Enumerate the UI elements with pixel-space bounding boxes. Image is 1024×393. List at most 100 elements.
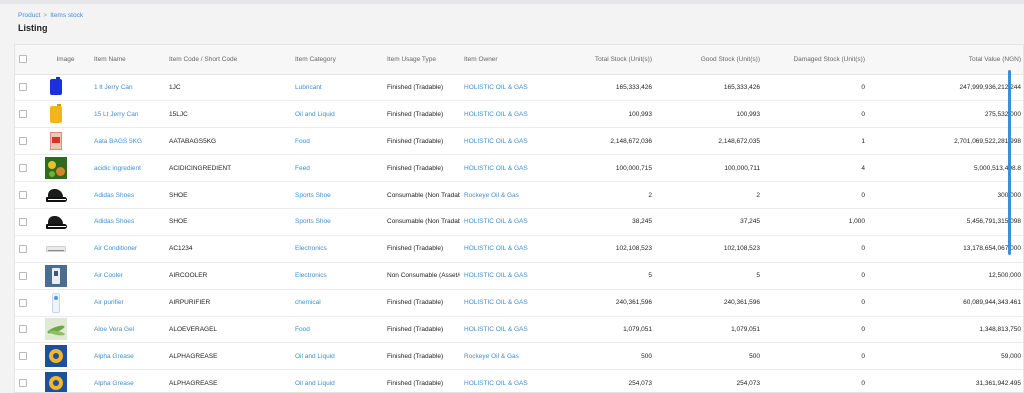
item-image [41, 262, 90, 290]
table-row[interactable]: 1 lt Jerry Can 1JC Lubricant Finished (Trad… [15, 74, 1023, 102]
table-row[interactable]: Air Conditioner AC1234 Electronics Finished… [15, 235, 1023, 263]
col-total-value-header[interactable]: Total Value (NGN) [869, 45, 1023, 75]
item-category-link[interactable]: Oil and Liquid [291, 342, 383, 371]
total-value: 31,361,942.495 [869, 369, 1023, 392]
col-item-usage-header[interactable]: Item Usage Type [383, 45, 460, 75]
item-name-link[interactable]: Air purifier [90, 289, 165, 317]
table-row[interactable]: Alpha Grease ALPHAGREASE Oil and Liquid Fin… [15, 342, 1023, 371]
checkbox-icon[interactable] [19, 298, 27, 307]
item-owner-link[interactable]: HOLISTIC OIL & GAS [460, 289, 560, 317]
item-owner-link[interactable]: Rockeye Oil & Gas [460, 181, 560, 209]
item-category-link[interactable]: Feed [291, 154, 383, 183]
checkbox-icon[interactable] [19, 271, 27, 280]
item-owner-link[interactable]: HOLISTIC OIL & GAS [460, 74, 560, 102]
item-category-link[interactable]: Oil and Liquid [291, 369, 383, 392]
item-category-link[interactable]: Electronics [291, 262, 383, 290]
item-name-link[interactable]: 1 lt Jerry Can [90, 74, 165, 102]
table-row[interactable]: Aata BAGS 5KG AATABAGS5KG Food Finished (Tr… [15, 127, 1023, 156]
checkbox-icon[interactable] [19, 379, 27, 388]
item-owner-link[interactable]: HOLISTIC OIL & GAS [460, 127, 560, 156]
item-owner-link[interactable]: HOLISTIC OIL & GAS [460, 100, 560, 129]
checkbox-icon[interactable] [19, 137, 27, 146]
row-checkbox[interactable] [15, 127, 41, 156]
total-value: 275,532,000 [869, 100, 1023, 129]
item-category-link[interactable]: Food [291, 127, 383, 156]
item-category-link[interactable]: Lubricant [291, 74, 383, 102]
item-owner-link[interactable]: HOLISTIC OIL & GAS [460, 154, 560, 183]
col-total-stock-header[interactable]: Total Stock (Unit(s)) [560, 45, 656, 75]
row-checkbox[interactable] [15, 235, 41, 263]
col-good-stock-header[interactable]: Good Stock (Unit(s)) [656, 45, 764, 75]
table-row[interactable]: Air Cooler AIRCOOLER Electronics Non Consum… [15, 262, 1023, 290]
row-checkbox[interactable] [15, 154, 41, 183]
col-image-header: Image [41, 45, 90, 75]
item-name-link[interactable]: Air Conditioner [90, 235, 165, 263]
item-category-link[interactable]: chemical [291, 289, 383, 317]
col-item-category-header[interactable]: Item Category [291, 45, 383, 75]
table-row[interactable]: acidic ingredient ACIDICINGREDIENT Feed Fin… [15, 154, 1023, 183]
table-row[interactable]: Air purifier AIRPURIFIER chemical Finished … [15, 289, 1023, 317]
item-name-link[interactable]: Adidas Shoes [90, 181, 165, 209]
col-item-code-header[interactable]: Item Code / Short Code [165, 45, 291, 75]
item-owner-link[interactable]: HOLISTIC OIL & GAS [460, 262, 560, 290]
total-value: 2,701,069,522,281.998 [869, 127, 1023, 156]
item-owner-link[interactable]: HOLISTIC OIL & GAS [460, 235, 560, 263]
row-checkbox[interactable] [15, 342, 41, 371]
item-name-link[interactable]: Alpha Grease [90, 342, 165, 371]
item-owner-link[interactable]: HOLISTIC OIL & GAS [460, 316, 560, 344]
checkbox-icon[interactable] [19, 244, 27, 253]
row-checkbox[interactable] [15, 208, 41, 236]
breadcrumb: Product > Items stock [18, 12, 83, 19]
row-checkbox[interactable] [15, 100, 41, 129]
breadcrumb-product[interactable]: Product [18, 12, 40, 19]
table-row[interactable]: Alpha Grease ALPHAGREASE Oil and Liquid Fin… [15, 369, 1023, 392]
row-checkbox[interactable] [15, 262, 41, 290]
checkbox-icon[interactable] [19, 217, 27, 226]
item-name-link[interactable]: Aloe Vera Gel [90, 316, 165, 344]
item-category-link[interactable]: Sports Shoe [291, 208, 383, 236]
item-name-link[interactable]: Alpha Grease [90, 369, 165, 392]
row-checkbox[interactable] [15, 181, 41, 209]
total-value: 5,456,791,315.098 [869, 208, 1023, 236]
breadcrumb-items-stock[interactable]: Items stock [50, 12, 83, 19]
checkbox-icon[interactable] [19, 352, 27, 361]
checkbox-icon[interactable] [19, 110, 27, 119]
item-owner-link[interactable]: HOLISTIC OIL & GAS [460, 208, 560, 236]
item-category-link[interactable]: Sports Shoe [291, 181, 383, 209]
item-category-link[interactable]: Food [291, 316, 383, 344]
item-code: ACIDICINGREDIENT [165, 154, 291, 183]
table-row[interactable]: Adidas Shoes SHOE Sports Shoe Consumable (N… [15, 181, 1023, 209]
col-damaged-stock-header[interactable]: Damaged Stock (Unit(s)) [764, 45, 869, 75]
row-checkbox[interactable] [15, 289, 41, 317]
item-name-link[interactable]: Adidas Shoes [90, 208, 165, 236]
col-item-owner-header[interactable]: Item Owner [460, 45, 560, 75]
checkbox-icon[interactable] [19, 191, 27, 199]
item-usage-type: Finished (Tradable) [383, 369, 460, 392]
checkbox-icon[interactable] [19, 55, 27, 64]
col-item-name-header[interactable]: Item Name [90, 45, 165, 75]
checkbox-icon[interactable] [19, 83, 27, 92]
select-all-checkbox[interactable] [15, 45, 41, 75]
item-name-link[interactable]: Air Cooler [90, 262, 165, 290]
air-cooler-icon [45, 264, 67, 287]
vertical-scrollbar[interactable] [1008, 70, 1011, 255]
item-name-link[interactable]: 15 Lt Jerry Can [90, 100, 165, 129]
item-category-link[interactable]: Electronics [291, 235, 383, 263]
checkbox-icon[interactable] [19, 325, 27, 334]
item-category-link[interactable]: Oil and Liquid [291, 100, 383, 129]
row-checkbox[interactable] [15, 369, 41, 392]
item-name-link[interactable]: acidic ingredient [90, 154, 165, 183]
row-checkbox[interactable] [15, 74, 41, 102]
table-row[interactable]: Aloe Vera Gel ALOEVERAGEL Food Finished (Tr… [15, 316, 1023, 344]
checkbox-icon[interactable] [19, 164, 27, 173]
total-value: 247,999,936,212.244 [869, 74, 1023, 102]
grease-icon [45, 372, 67, 392]
table-row[interactable]: Adidas Shoes SHOE Sports Shoe Consumable (N… [15, 208, 1023, 236]
table-row[interactable]: 15 Lt Jerry Can 15LJC Oil and Liquid Finish… [15, 100, 1023, 129]
item-owner-link[interactable]: Rockeye Oil & Gas [460, 342, 560, 371]
total-value: 1,348,813,750 [869, 316, 1023, 344]
item-name-link[interactable]: Aata BAGS 5KG [90, 127, 165, 156]
item-owner-link[interactable]: HOLISTIC OIL & GAS [460, 369, 560, 392]
row-checkbox[interactable] [15, 316, 41, 344]
item-code: AATABAGS5KG [165, 127, 291, 156]
